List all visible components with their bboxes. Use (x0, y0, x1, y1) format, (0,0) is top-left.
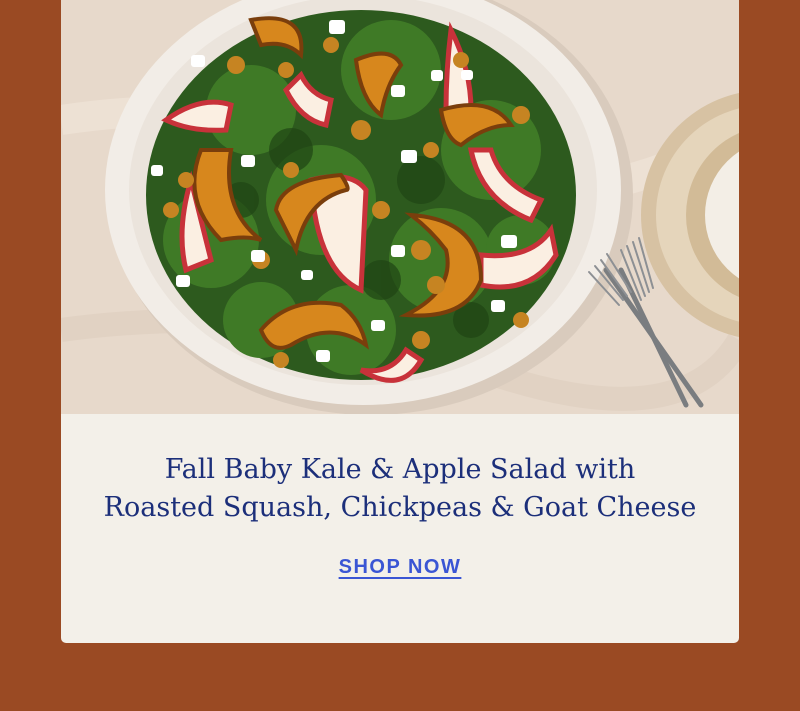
salad-photo[interactable] (61, 0, 739, 414)
recipe-card: Fall Baby Kale & Apple Salad with Roaste… (61, 0, 739, 643)
shop-now-container: SHOP NOW (61, 556, 739, 579)
recipe-content: Fall Baby Kale & Apple Salad with Roaste… (61, 414, 739, 643)
recipe-title-line-2: Roasted Squash, Chickpeas & Goat Cheese (103, 492, 697, 523)
shop-now-link[interactable]: SHOP NOW (339, 556, 462, 578)
recipe-title-line-1: Fall Baby Kale & Apple Salad with (164, 454, 636, 485)
recipe-title[interactable]: Fall Baby Kale & Apple Salad with Roaste… (61, 451, 739, 527)
